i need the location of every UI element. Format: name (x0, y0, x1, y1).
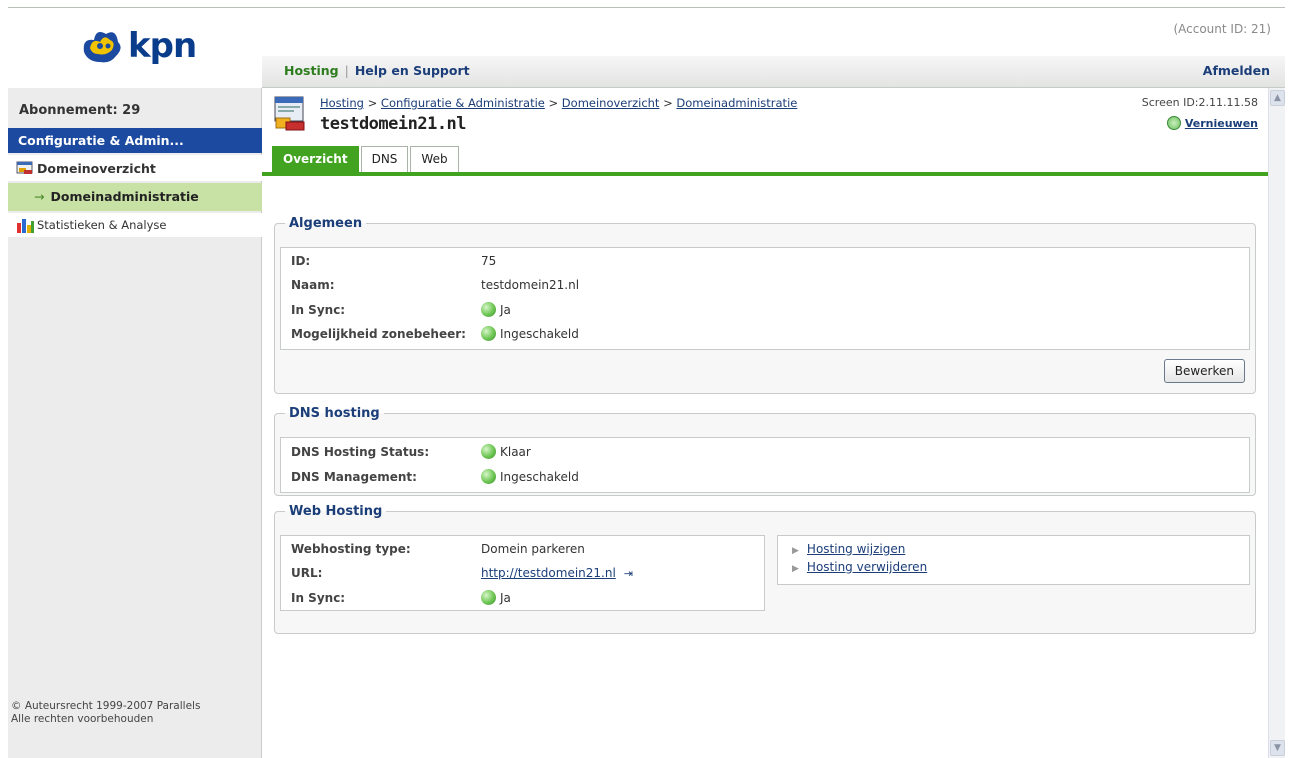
external-link-icon[interactable]: ⇥ (624, 567, 633, 580)
tab-dns[interactable]: DNS (360, 146, 409, 172)
sidebar-item-label: Domeinadministratie (50, 189, 199, 204)
row-label: ID: (291, 254, 311, 268)
web-legend: Web Hosting (289, 504, 383, 519)
action-item: ▶ Hosting wijzigen (792, 542, 905, 556)
kpn-crown-icon (83, 32, 121, 63)
status-ok-icon (481, 302, 496, 317)
domain-icon (16, 161, 33, 174)
breadcrumb-domeinadministratie[interactable]: Domeinadministratie (676, 96, 797, 110)
edit-button[interactable]: Bewerken (1163, 359, 1245, 383)
sidebar-item-domeinadministratie[interactable]: → Domeinadministratie (8, 183, 262, 211)
dns-section: DNS hosting DNS Hosting Status: Klaar DNS… (274, 406, 1256, 496)
nav-hosting-link[interactable]: Hosting (284, 63, 339, 78)
scroll-up-icon[interactable]: ▲ (1270, 90, 1285, 106)
top-nav: Hosting | Help en Support Afmelden (262, 56, 1285, 88)
info-row: URL: http://testdomein21.nl ⇥ (291, 566, 633, 580)
logout-link[interactable]: Afmelden (1203, 63, 1270, 78)
row-label: DNS Hosting Status: (291, 444, 430, 459)
url-link[interactable]: http://testdomein21.nl (481, 566, 616, 580)
algemeen-section: Algemeen ID: 75 Naam: testdomein21.nl In S… (274, 216, 1256, 394)
change-hosting-link[interactable]: Hosting wijzigen (807, 542, 905, 556)
row-value: Ja (500, 590, 511, 605)
nav-help-link[interactable]: Help en Support (355, 63, 470, 78)
tab-underline (262, 172, 1268, 176)
algemeen-legend: Algemeen (289, 216, 363, 231)
info-row: In Sync: Ja (291, 590, 511, 605)
sidebar-item-statistieken[interactable]: Statistieken & Analyse (8, 213, 262, 237)
algemeen-table: ID: 75 Naam: testdomein21.nl In Sync: Ja Mo… (280, 247, 1250, 350)
row-value: testdomein21.nl (481, 278, 580, 292)
sidebar: Abonnement: 29 Configuratie & Admin... D… (8, 88, 262, 758)
triangle-right-icon: ▶ (792, 564, 799, 574)
status-ok-icon (481, 469, 496, 484)
screen-id: Screen ID:2.11.11.58 (1141, 96, 1258, 109)
row-value: Ja (500, 302, 511, 317)
copyright-line: © Auteursrecht 1999-2007 Parallels (11, 700, 201, 712)
sidebar-section-config[interactable]: Configuratie & Admin... (8, 128, 262, 153)
row-value: Ingeschakeld (500, 469, 579, 484)
stats-icon (17, 219, 34, 233)
remove-hosting-link[interactable]: Hosting verwijderen (807, 560, 927, 574)
row-label: In Sync: (291, 302, 346, 317)
refresh-icon (1166, 116, 1181, 130)
web-table: Webhosting type: Domein parkeren URL: http… (280, 535, 765, 611)
row-label: Naam: (291, 278, 335, 292)
breadcrumb-configuratie[interactable]: Configuratie & Administratie (381, 96, 545, 110)
status-ok-icon (481, 590, 496, 605)
breadcrumb-separator: > (659, 96, 677, 110)
triangle-right-icon: ▶ (792, 546, 799, 556)
logo-text: kpn (128, 26, 197, 66)
refresh-link[interactable]: Vernieuwen (1166, 116, 1258, 130)
breadcrumb: Hosting > Configuratie & Administratie >… (320, 96, 797, 110)
web-section: Web Hosting Webhosting type: Domein parke… (274, 504, 1256, 634)
account-id: (Account ID: 21) (1173, 22, 1271, 36)
row-value: Ingeschakeld (500, 326, 579, 341)
page-title: testdomein21.nl (320, 114, 467, 134)
dns-table: DNS Hosting Status: Klaar DNS Management:… (280, 437, 1250, 493)
nav-separator: | (344, 63, 349, 78)
info-row: DNS Management: Ingeschakeld (291, 469, 579, 484)
row-value: 75 (481, 254, 497, 268)
sidebar-item-domeinoverzicht[interactable]: Domeinoverzicht (8, 155, 262, 181)
breadcrumb-domeinoverzicht[interactable]: Domeinoverzicht (562, 96, 660, 110)
row-value: Domein parkeren (481, 542, 585, 556)
refresh-label: Vernieuwen (1184, 116, 1258, 130)
web-actions: ▶ Hosting wijzigen ▶ Hosting verwijderen (777, 535, 1250, 585)
main-content: Hosting > Configuratie & Administratie >… (262, 88, 1268, 758)
sidebar-item-label: Domeinoverzicht (37, 160, 156, 176)
domain-admin-icon (274, 96, 305, 131)
status-ok-icon (481, 326, 496, 341)
info-row: DNS Hosting Status: Klaar (291, 444, 531, 459)
info-row: Mogelijkheid zonebeheer: Ingeschakeld (291, 326, 579, 341)
status-ok-icon (481, 444, 496, 459)
scroll-down-icon[interactable]: ▼ (1270, 740, 1285, 756)
row-label: URL: (291, 566, 323, 580)
row-label: Webhosting type: (291, 542, 411, 556)
subscription-label: Abonnement: 29 (19, 103, 141, 118)
copyright: © Auteursrecht 1999-2007 Parallels Alle … (11, 700, 200, 726)
info-row: ID: 75 (291, 254, 496, 268)
breadcrumb-separator: > (363, 96, 381, 110)
vertical-scrollbar[interactable]: ▲ ▼ (1268, 88, 1285, 758)
arrow-right-icon: → (34, 189, 45, 204)
tab-bar: Overzicht DNS Web (272, 146, 459, 172)
info-row: Naam: testdomein21.nl (291, 278, 579, 292)
sidebar-item-label: Statistieken & Analyse (37, 218, 167, 232)
kpn-logo[interactable]: kpn (80, 24, 197, 68)
row-label: Mogelijkheid zonebeheer: (291, 326, 466, 341)
row-value: Klaar (500, 444, 531, 459)
tab-web[interactable]: Web (410, 146, 459, 172)
breadcrumb-hosting[interactable]: Hosting (320, 96, 364, 110)
info-row: Webhosting type: Domein parkeren (291, 542, 585, 556)
breadcrumb-separator: > (544, 96, 562, 110)
copyright-line: Alle rechten voorbehouden (11, 713, 154, 725)
action-item: ▶ Hosting verwijderen (792, 560, 927, 574)
row-label: DNS Management: (291, 469, 417, 484)
tab-overzicht[interactable]: Overzicht (272, 146, 359, 172)
row-label: In Sync: (291, 590, 346, 605)
dns-legend: DNS hosting (289, 406, 380, 421)
info-row: In Sync: Ja (291, 302, 511, 317)
